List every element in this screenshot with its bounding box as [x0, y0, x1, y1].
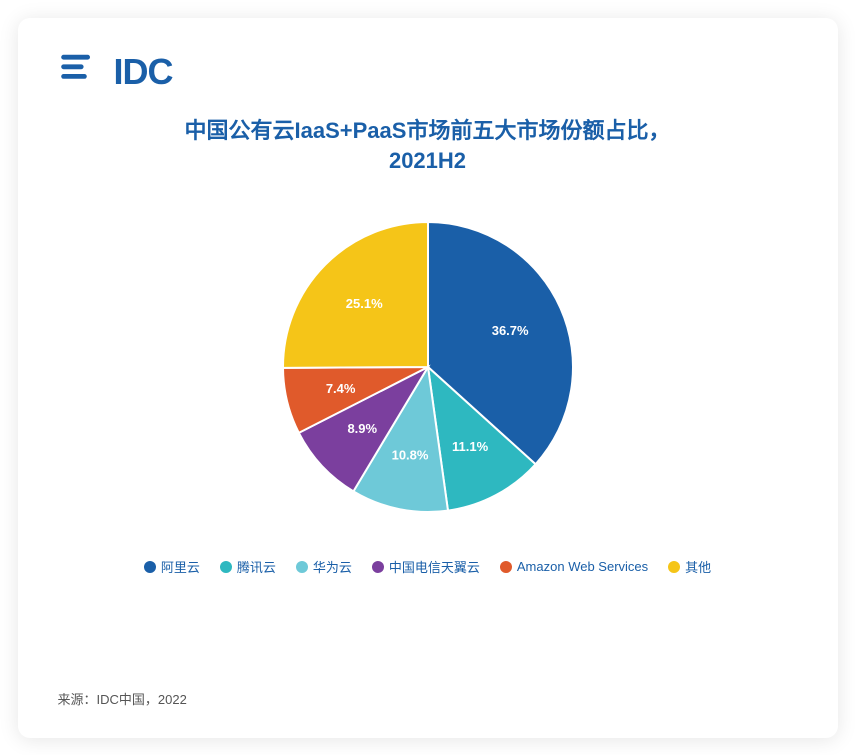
pie-label: 25.1% — [345, 296, 382, 311]
pie-label: 7.4% — [325, 381, 355, 396]
source-text: 来源：IDC中国，2022 — [58, 689, 187, 708]
pie-label: 8.9% — [347, 421, 377, 436]
legend: 阿里云 腾讯云 华为云 中国电信天翼云 Amazon Web Services 其他 — [58, 557, 798, 576]
legend-label: 华为云 — [313, 557, 352, 576]
idc-logo-icon — [58, 48, 106, 96]
chart-title: 中国公有云IaaS+PaaS市场前五大市场份额占比， 2021H2 — [58, 116, 798, 178]
legend-item: 其他 — [668, 557, 711, 576]
pie-label: 11.1% — [451, 439, 488, 454]
legend-label: Amazon Web Services — [517, 559, 648, 574]
pie-label: 36.7% — [491, 323, 528, 338]
pie-label: 10.8% — [391, 448, 428, 463]
legend-item: Amazon Web Services — [500, 557, 648, 576]
legend-item: 华为云 — [296, 557, 352, 576]
chart-container: 36.7% 11.1% 10.8% 8.9% 7.4% 25.1% — [58, 197, 798, 537]
logo-text: IDC — [114, 51, 173, 93]
logo: IDC — [58, 48, 173, 96]
legend-dot — [500, 561, 512, 573]
legend-label: 中国电信天翼云 — [389, 557, 480, 576]
legend-dot — [372, 561, 384, 573]
pie-slice — [283, 222, 428, 368]
pie-chart: 36.7% 11.1% 10.8% 8.9% 7.4% 25.1% — [238, 197, 618, 537]
legend-label: 其他 — [685, 557, 711, 576]
legend-item: 腾讯云 — [220, 557, 276, 576]
legend-label: 阿里云 — [161, 557, 200, 576]
legend-dot — [668, 561, 680, 573]
legend-dot — [220, 561, 232, 573]
main-card: IDC 中国公有云IaaS+PaaS市场前五大市场份额占比， 2021H2 36… — [18, 18, 838, 738]
legend-dot — [296, 561, 308, 573]
legend-dot — [144, 561, 156, 573]
legend-item: 阿里云 — [144, 557, 200, 576]
legend-label: 腾讯云 — [237, 557, 276, 576]
legend-item: 中国电信天翼云 — [372, 557, 480, 576]
